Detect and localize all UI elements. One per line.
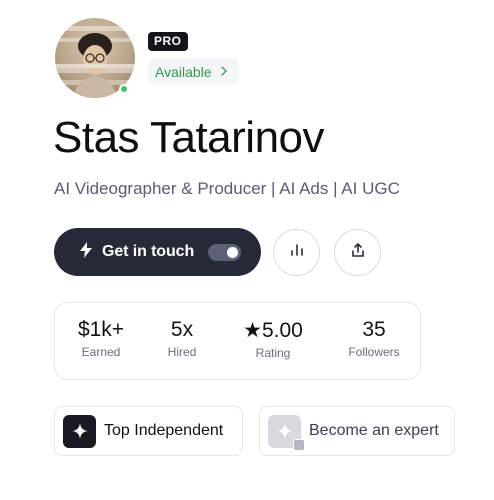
online-status-dot (119, 84, 129, 94)
stat-value: 5x (170, 318, 194, 341)
stat-followers[interactable]: 35 Followers (341, 318, 407, 359)
stat-rating: ★5.00 Rating (235, 318, 311, 360)
share-button[interactable] (334, 229, 381, 276)
share-icon (350, 242, 366, 263)
stats-button[interactable] (273, 229, 320, 276)
availability-toggle[interactable] (208, 244, 241, 261)
pro-badge: PRO (148, 32, 188, 51)
profile-name: Stas Tatarinov (53, 113, 325, 162)
stat-label: Followers (348, 345, 400, 359)
become-expert-card[interactable]: Become an expert (259, 406, 455, 456)
get-in-touch-button[interactable]: Get in touch (54, 228, 261, 276)
profile-header: PRO Available Stas Tatarinov AI Videogra… (0, 0, 494, 500)
stat-hired: 5x Hired (159, 318, 205, 359)
stat-label: Hired (167, 345, 197, 359)
stat-value: 35 (362, 318, 386, 341)
top-independent-card[interactable]: Top Independent (54, 406, 243, 456)
chevron-right-icon (220, 65, 228, 79)
profile-subtitle: AI Videographer & Producer | AI Ads | AI… (54, 179, 400, 198)
stat-label: Earned (81, 345, 121, 359)
stat-label: Rating (255, 346, 291, 360)
availability-label: Available (155, 63, 212, 80)
stat-value: $1k+ (77, 318, 125, 341)
bar-chart-icon (289, 242, 305, 263)
stat-earned: $1k+ Earned (75, 318, 127, 359)
top-independent-label: Top Independent (104, 422, 224, 439)
sparkle-icon (268, 414, 305, 451)
availability-button[interactable]: Available (148, 58, 238, 85)
sparkle-icon (63, 414, 96, 448)
stat-value: ★5.00 (243, 319, 303, 342)
lock-icon (293, 438, 305, 451)
toggle-knob (227, 247, 238, 258)
get-in-touch-label: Get in touch (102, 243, 195, 260)
bolt-icon (80, 242, 92, 262)
become-expert-label: Become an expert (309, 422, 439, 439)
stats-card: $1k+ Earned 5x Hired ★5.00 Rating 35 Fol… (54, 302, 421, 380)
